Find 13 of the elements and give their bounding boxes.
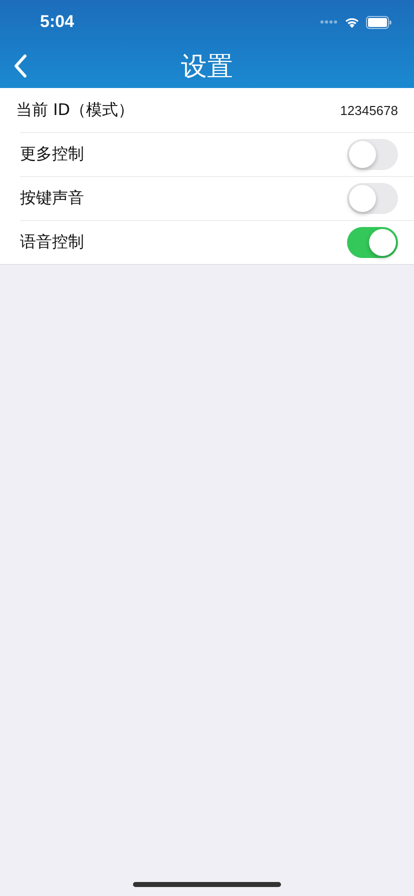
toggle-switch[interactable] (347, 139, 398, 170)
toggle-switch[interactable] (347, 183, 398, 214)
signal-icon (320, 20, 338, 24)
status-time: 5:04 (40, 12, 74, 32)
wifi-icon (344, 16, 360, 28)
setting-label: 更多控制 (20, 144, 84, 165)
setting-label: 按键声音 (20, 188, 84, 209)
setting-label: 语音控制 (20, 232, 84, 253)
toggle-switch[interactable] (347, 227, 398, 258)
battery-icon (366, 16, 392, 28)
setting-value: 12345678 (340, 102, 398, 118)
page-title: 设置 (181, 50, 233, 84)
setting-label: 当前 ID（模式） (16, 100, 134, 120)
